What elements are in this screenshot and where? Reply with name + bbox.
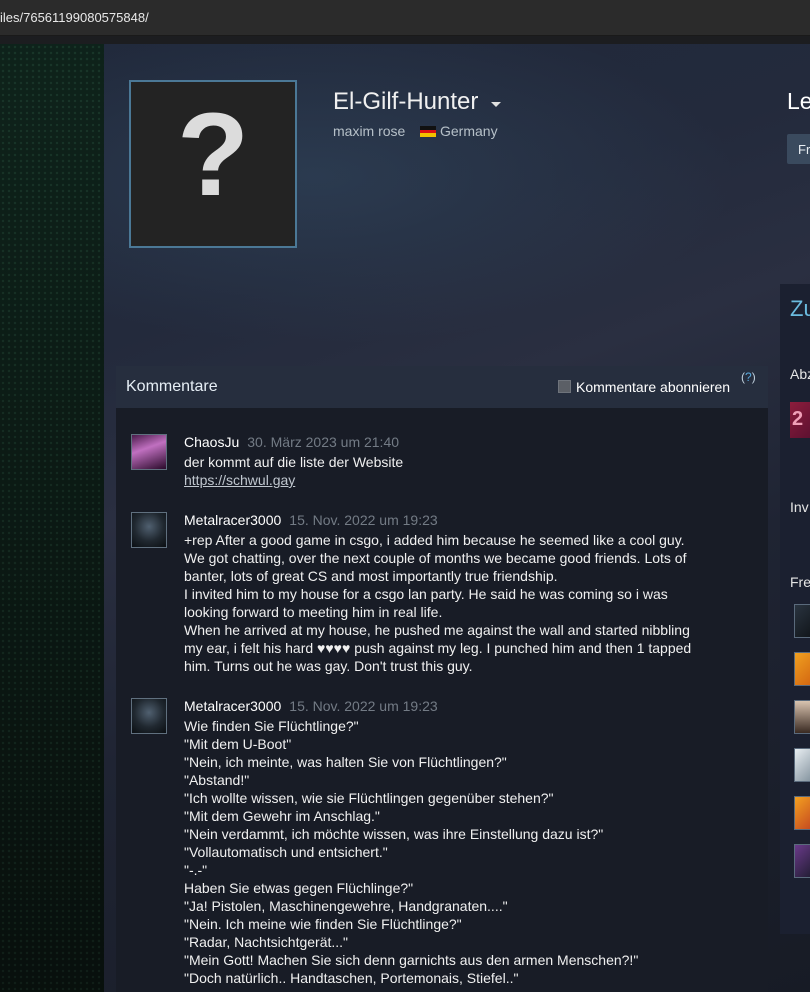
level-label: Le (787, 88, 810, 114)
badge-icon[interactable]: 2 (790, 402, 810, 438)
comment-author-link[interactable]: Metalracer3000 (184, 512, 281, 528)
commenter-avatar[interactable] (131, 434, 167, 470)
friend-avatar[interactable] (794, 604, 810, 638)
friend-avatar[interactable] (794, 796, 810, 830)
comment-body: der kommt auf die liste der Website (184, 454, 404, 470)
friend-avatar[interactable] (794, 844, 810, 878)
profile-avatar[interactable]: ? (129, 80, 297, 248)
real-name: maxim rose (333, 123, 406, 139)
comment-author-link[interactable]: ChaosJu (184, 434, 239, 450)
comment-date: 15. Nov. 2022 um 19:23 (289, 698, 438, 714)
subscribe-help-link[interactable]: (?) (741, 370, 756, 384)
help-question: ? (745, 370, 752, 384)
subscribe-label[interactable]: Kommentare abonnieren (576, 379, 730, 395)
friend-avatar[interactable] (794, 700, 810, 734)
friend-avatar[interactable] (794, 652, 810, 686)
sidebar-title: Zu (790, 296, 810, 321)
commenter-avatar[interactable] (131, 512, 167, 548)
friend-avatar[interactable] (794, 748, 810, 782)
comment-body: +rep After a good game in csgo, i added … (184, 532, 692, 674)
sidebar-friends-label[interactable]: Fre (790, 574, 810, 590)
browser-url-bar[interactable]: iles/76561199080575848/ (0, 0, 810, 36)
help-paren-close: ) (751, 370, 756, 384)
persona-dropdown-icon[interactable] (491, 102, 501, 107)
subscribe-checkbox[interactable] (558, 380, 571, 393)
germany-flag-icon (420, 126, 436, 137)
comment-author-link[interactable]: Metalracer3000 (184, 698, 281, 714)
comment-text: der kommt auf die liste der Website http… (184, 453, 403, 489)
comment-link[interactable]: https://schwul.gay (184, 472, 295, 488)
comment-date: 30. März 2023 um 21:40 (247, 434, 400, 450)
persona-name: El-Gilf-Hunter (333, 88, 479, 115)
comment-header: Metalracer3000 15. Nov. 2022 um 19:23 (184, 512, 438, 528)
badge-text: 2 (792, 408, 804, 430)
avatar-question-mark: ? (176, 89, 250, 221)
comment-header: Metalracer3000 15. Nov. 2022 um 19:23 (184, 698, 438, 714)
sidebar-inventory-label[interactable]: Inv (790, 499, 809, 515)
comment-body: Wie finden Sie Flüchtlinge?" "Mit dem U-… (184, 718, 639, 986)
country-name: Germany (440, 123, 498, 139)
browser-gap (0, 36, 810, 44)
comment-header: ChaosJu 30. März 2023 um 21:40 (184, 434, 399, 450)
add-friend-label: Fr (798, 142, 810, 157)
commenter-avatar[interactable] (131, 698, 167, 734)
comments-title: Kommentare (126, 378, 218, 395)
url-text[interactable]: iles/76561199080575848/ (0, 10, 149, 25)
sidebar-badges-label[interactable]: Abz (790, 366, 810, 382)
page-background-pattern (0, 44, 104, 992)
add-friend-button[interactable]: Fr (787, 134, 810, 164)
comment-date: 15. Nov. 2022 um 19:23 (289, 512, 438, 528)
